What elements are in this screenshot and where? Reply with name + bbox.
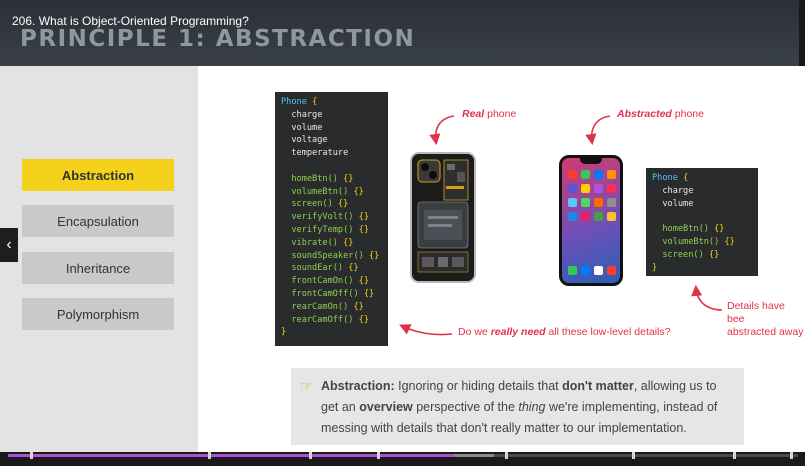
slide-heading: PRINCIPLE 1: ABSTRACTION bbox=[20, 26, 416, 52]
code-line: soundSpeaker() {} bbox=[291, 250, 380, 261]
app-icon bbox=[568, 184, 577, 193]
chapter-marker[interactable] bbox=[208, 452, 211, 459]
previous-button[interactable]: ‹ bbox=[0, 228, 18, 262]
dock-app-icon bbox=[568, 266, 577, 275]
code-line: screen() {} bbox=[662, 249, 720, 260]
app-icon bbox=[581, 212, 590, 221]
app-icon bbox=[568, 198, 577, 207]
chapter-marker[interactable] bbox=[377, 452, 380, 459]
nav-item-polymorphism: Polymorphism bbox=[22, 298, 174, 330]
phone-notch bbox=[580, 158, 602, 164]
chapter-marker[interactable] bbox=[733, 452, 736, 459]
low-level-question: Do we really need all these low-level de… bbox=[458, 326, 671, 338]
header-edge bbox=[799, 0, 805, 66]
app-icon bbox=[581, 198, 590, 207]
chapter-marker[interactable] bbox=[309, 452, 312, 459]
phone-internals-graphic bbox=[412, 154, 474, 281]
code-line: rearCamOn() {} bbox=[291, 301, 364, 312]
code-line: frontCamOff() {} bbox=[291, 288, 375, 299]
dock-app-icon bbox=[594, 266, 603, 275]
app-icon bbox=[568, 212, 577, 221]
chapter-marker[interactable] bbox=[632, 452, 635, 459]
code-line: voltage bbox=[291, 135, 328, 146]
dock-app-icon bbox=[607, 266, 616, 275]
code-line: verifyTemp() {} bbox=[291, 224, 369, 235]
app-icon bbox=[594, 212, 603, 221]
abstracted-phone-label: Abstracted phone bbox=[617, 108, 704, 120]
nav-item-inheritance: Inheritance bbox=[22, 252, 174, 284]
nav-item-encapsulation: Encapsulation bbox=[22, 205, 174, 237]
phone-class-code-full: Phone { charge volume voltage temperatur… bbox=[275, 92, 388, 346]
pointing-hand-icon: ☞ bbox=[300, 378, 313, 394]
app-icon bbox=[607, 198, 616, 207]
chapter-marker[interactable] bbox=[30, 452, 33, 459]
nav-item-abstraction: Abstraction bbox=[22, 159, 174, 191]
code-line: temperature bbox=[291, 148, 349, 159]
code-line: } bbox=[281, 327, 287, 338]
code-line: verifyVolt() {} bbox=[291, 212, 369, 223]
app-icon bbox=[607, 212, 616, 221]
definition-label: Abstraction: bbox=[321, 379, 395, 393]
code-line: Phone { bbox=[281, 97, 318, 107]
app-icon bbox=[581, 184, 590, 193]
code-line: vibrate() {} bbox=[291, 237, 354, 248]
app-icon bbox=[594, 184, 603, 193]
code-line: } bbox=[652, 262, 658, 273]
code-line: homeBtn() {} bbox=[662, 224, 725, 235]
code-line: volume bbox=[662, 198, 694, 209]
code-line: homeBtn() {} bbox=[291, 173, 354, 184]
app-icon bbox=[594, 170, 603, 179]
code-line: screen() {} bbox=[291, 199, 349, 210]
code-line: frontCamOn() {} bbox=[291, 276, 369, 287]
app-icon bbox=[594, 198, 603, 207]
chevron-left-icon: ‹ bbox=[6, 236, 12, 253]
code-line: volumeBtn() {} bbox=[662, 236, 735, 247]
abstracted-phone-arrow bbox=[585, 115, 611, 146]
code-line: soundEar() {} bbox=[291, 263, 359, 274]
code-line: charge bbox=[291, 109, 323, 120]
video-buffer-bar bbox=[454, 454, 495, 457]
app-icon bbox=[607, 170, 616, 179]
chapter-marker[interactable] bbox=[790, 452, 793, 459]
video-header: 206. What is Object-Oriented Programming… bbox=[0, 0, 805, 66]
code-line: volumeBtn() {} bbox=[291, 186, 364, 197]
chapter-marker[interactable] bbox=[505, 452, 508, 459]
real-phone-arrow bbox=[429, 115, 455, 146]
code-line: rearCamOff() {} bbox=[291, 314, 369, 325]
code-line: Phone { bbox=[652, 173, 689, 183]
details-arrow bbox=[691, 284, 723, 311]
question-arrow bbox=[399, 324, 453, 336]
details-abstracted-label: Details have bee abstracted away bbox=[727, 300, 804, 338]
video-progress-fill bbox=[8, 454, 455, 457]
abstracted-phone-image bbox=[559, 155, 623, 286]
dock-app-icon bbox=[581, 266, 590, 275]
app-icon bbox=[568, 170, 577, 179]
app-icon bbox=[607, 184, 616, 193]
phone-class-code-abstracted: Phone { charge volume homeBtn() {} volum… bbox=[646, 168, 758, 276]
code-line: volume bbox=[291, 122, 323, 133]
abstraction-definition: Abstraction: Ignoring or hiding details … bbox=[291, 368, 744, 445]
real-phone-label: Real phone bbox=[462, 108, 517, 120]
app-icon bbox=[581, 170, 590, 179]
code-line: charge bbox=[662, 185, 694, 196]
real-phone-image bbox=[410, 152, 476, 283]
